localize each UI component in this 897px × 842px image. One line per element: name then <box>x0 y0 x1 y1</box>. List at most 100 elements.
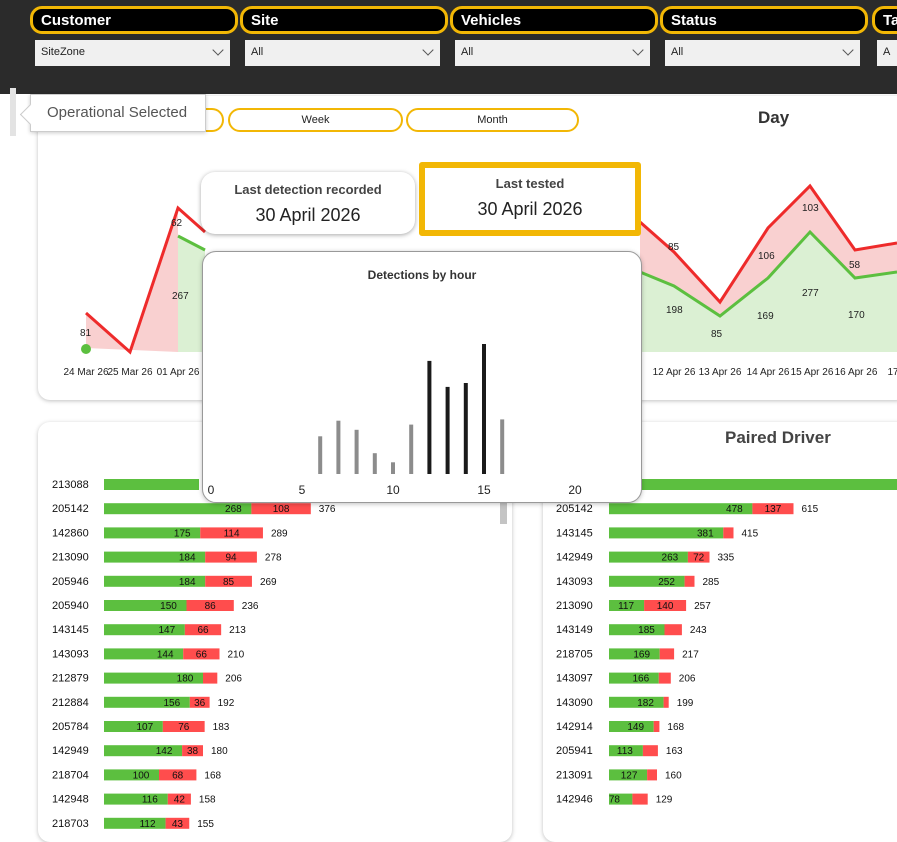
bar-green-label: 252 <box>658 577 675 588</box>
bar-red[interactable] <box>684 575 695 587</box>
bar-category-label: 142914 <box>556 721 593 733</box>
hour-tick: 15 <box>477 483 491 497</box>
bar-total-label: 163 <box>666 746 683 757</box>
bar-category-label: 205940 <box>52 600 89 612</box>
bar-red[interactable] <box>642 745 658 757</box>
bar-red-label: 137 <box>765 504 782 515</box>
bar-category-label: 142949 <box>52 745 89 757</box>
bar-red-label: 108 <box>273 504 290 515</box>
bar-red-label: 140 <box>657 601 674 612</box>
bar-green-label: 144 <box>157 649 174 660</box>
bar-category-label: 212879 <box>52 673 89 685</box>
bar-green-label: 112 <box>140 819 156 830</box>
hour-bar <box>409 424 414 474</box>
bar-total-label: 168 <box>667 722 684 733</box>
operational-tooltip: Operational Selected <box>30 94 206 132</box>
bar-green-label: 268 <box>225 504 242 515</box>
bar-green-label: 127 <box>621 770 638 781</box>
hour-bar <box>318 436 323 474</box>
bar-total-label: 289 <box>271 528 288 539</box>
bar-category-label: 143149 <box>556 624 593 636</box>
hour-bar <box>354 429 359 474</box>
hour-tick: 20 <box>568 483 582 497</box>
bar-red[interactable] <box>663 696 669 708</box>
bar-total-label: 243 <box>690 625 707 636</box>
bar-green-label: 156 <box>163 698 180 709</box>
bar-red-label: 76 <box>178 722 190 733</box>
bar-red[interactable] <box>664 624 682 636</box>
bar-red[interactable] <box>659 648 675 660</box>
bar-red-label: 66 <box>197 625 209 636</box>
bar-green[interactable] <box>104 793 168 805</box>
last-tested-value: 30 April 2026 <box>477 199 583 219</box>
bar-total-label: 158 <box>199 795 216 806</box>
bar-category-label: 213088 <box>52 479 89 491</box>
bar-total-label: 168 <box>204 770 221 781</box>
bar-total-label: 155 <box>197 819 214 830</box>
hour-tick: 0 <box>208 483 215 497</box>
bar-category-label: 205142 <box>556 503 593 515</box>
bar-red-label: 43 <box>172 819 184 830</box>
hour-tick: 5 <box>299 483 306 497</box>
bar-category-label: 143093 <box>52 648 89 660</box>
hour-tick: 10 <box>386 483 400 497</box>
bar-category-label: 143097 <box>556 673 593 685</box>
last-tested-card: Last tested 30 April 2026 <box>419 162 641 236</box>
bar-category-label: 143093 <box>556 576 593 588</box>
bar-category-label: 213090 <box>556 600 593 612</box>
bar-total-label: 160 <box>665 770 682 781</box>
bar-green-label: 117 <box>618 601 634 612</box>
hour-bar <box>391 462 395 474</box>
bar-green-label: 478 <box>726 504 743 515</box>
bar-category-label: 143145 <box>52 624 89 636</box>
bar-red[interactable] <box>658 672 671 684</box>
bar-green-label: 180 <box>177 674 194 685</box>
bar-total-label: 278 <box>265 553 282 564</box>
bar-category-label: 205784 <box>52 721 89 733</box>
bar-category-label: 213091 <box>556 769 593 781</box>
detections-by-hour-card: Detections by hour 0 5 10 15 20 <box>202 251 642 503</box>
bar-red-label: 38 <box>187 746 199 757</box>
bar-red-label: 68 <box>172 770 184 781</box>
last-detection-card: Last detection recorded 30 April 2026 <box>201 172 415 234</box>
bar-category-label: 143090 <box>556 697 593 709</box>
bar-total-label: 257 <box>694 601 711 612</box>
bar-green-label: 169 <box>633 649 650 660</box>
bar-red-label: 114 <box>224 528 240 539</box>
bar-category-label: 212884 <box>52 697 89 709</box>
bar-green[interactable] <box>104 721 163 732</box>
hour-bar <box>372 453 377 474</box>
hour-bar <box>463 383 468 474</box>
hour-bar <box>336 420 341 474</box>
bar-green[interactable] <box>104 769 159 781</box>
hour-bar <box>500 419 505 474</box>
bar-category-label: 218703 <box>52 818 89 830</box>
bar-green[interactable] <box>640 479 897 490</box>
detections-by-hour-chart: 0 5 10 15 20 <box>208 344 582 497</box>
bar-category-label: 205941 <box>556 745 593 757</box>
bar-red[interactable] <box>723 527 734 539</box>
bar-total-label: 210 <box>228 649 245 660</box>
last-detection-value: 30 April 2026 <box>255 205 361 225</box>
bar-category-label: 143145 <box>556 527 593 539</box>
bar-red-label: 86 <box>205 601 217 612</box>
bar-green[interactable] <box>104 817 166 829</box>
bar-red-label: 72 <box>693 553 705 564</box>
bar-green[interactable] <box>609 624 665 636</box>
bar-green[interactable] <box>104 479 199 490</box>
bar-category-label: 142949 <box>556 552 593 564</box>
bar-green-label: 184 <box>179 553 196 564</box>
bar-red[interactable] <box>647 769 657 781</box>
bar-total-label: 285 <box>703 577 720 588</box>
bar-total-label: 192 <box>218 698 235 709</box>
bar-green-label: 150 <box>160 601 177 612</box>
bar-total-label: 183 <box>213 722 230 733</box>
bar-category-label: 142948 <box>52 794 89 806</box>
bar-red[interactable] <box>632 793 648 805</box>
bar-red[interactable] <box>653 721 660 732</box>
bar-red[interactable] <box>203 672 218 684</box>
bar-total-label: 236 <box>242 601 259 612</box>
bar-total-label: 376 <box>319 504 336 515</box>
bar-green-label: 184 <box>179 577 196 588</box>
bar-green-label: 116 <box>142 795 158 806</box>
